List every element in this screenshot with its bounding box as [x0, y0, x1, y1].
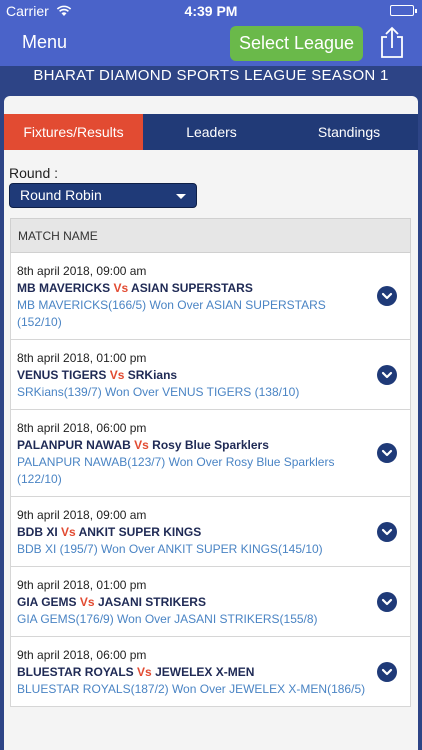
match-date: 8th april 2018, 09:00 am	[17, 264, 147, 278]
match-result: MB MAVERICKS(166/5) Won Over ASIAN SUPER…	[17, 298, 326, 329]
match-date: 8th april 2018, 01:00 pm	[17, 351, 147, 365]
match-teams: VENUS TIGERS Vs SRKians	[17, 367, 370, 384]
team-away: JEWELEX X-MEN	[155, 665, 255, 679]
select-league-button[interactable]: Select League	[230, 26, 363, 61]
battery-icon	[390, 5, 417, 16]
team-home: GIA GEMS	[17, 595, 77, 609]
match-row[interactable]: 9th april 2018, 09:00 am BDB XI Vs ANKIT…	[10, 497, 411, 567]
round-select[interactable]: Round Robin	[9, 183, 197, 208]
chevron-down-icon	[176, 194, 186, 199]
match-row[interactable]: 9th april 2018, 06:00 pm BLUESTAR ROYALS…	[10, 637, 411, 707]
match-date: 9th april 2018, 09:00 am	[17, 508, 147, 522]
match-row[interactable]: 9th april 2018, 01:00 pm GIA GEMS Vs JAS…	[10, 567, 411, 637]
table-header: MATCH NAME	[10, 218, 411, 253]
tab-fixtures-results[interactable]: Fixtures/Results	[4, 114, 143, 150]
vs-label: Vs	[137, 665, 152, 679]
vs-label: Vs	[134, 438, 149, 452]
team-home: BLUESTAR ROYALS	[17, 665, 134, 679]
expand-chevron-icon[interactable]	[377, 591, 397, 612]
share-icon[interactable]	[378, 26, 406, 60]
nav-bar: Menu Select League	[0, 22, 422, 66]
content-card: Fixtures/Results Leaders Standings Round…	[4, 96, 418, 750]
match-row[interactable]: 8th april 2018, 09:00 am MB MAVERICKS Vs…	[10, 253, 411, 340]
match-teams: BLUESTAR ROYALS Vs JEWELEX X-MEN	[17, 664, 370, 681]
match-teams: MB MAVERICKS Vs ASIAN SUPERSTARS	[17, 280, 370, 297]
team-home: BDB XI	[17, 525, 58, 539]
match-result: SRKians(139/7) Won Over VENUS TIGERS (13…	[17, 385, 300, 399]
team-home: VENUS TIGERS	[17, 368, 107, 382]
expand-chevron-icon[interactable]	[377, 521, 397, 542]
team-home: PALANPUR NAWAB	[17, 438, 131, 452]
match-teams: BDB XI Vs ANKIT SUPER KINGS	[17, 524, 370, 541]
expand-chevron-icon[interactable]	[377, 443, 397, 463]
vs-label: Vs	[79, 595, 95, 609]
vs-label: Vs	[61, 525, 76, 539]
match-date: 8th april 2018, 06:00 pm	[17, 421, 147, 435]
match-result: PALANPUR NAWAB(123/7) Won Over Rosy Blue…	[17, 455, 335, 486]
team-away: JASANI STRIKERS	[97, 595, 206, 609]
team-away: ANKIT SUPER KINGS	[78, 525, 202, 539]
match-date: 9th april 2018, 06:00 pm	[17, 648, 147, 662]
team-away: Rosy Blue Sparklers	[152, 438, 269, 452]
menu-button[interactable]: Menu	[22, 32, 67, 53]
match-row[interactable]: 8th april 2018, 01:00 pm VENUS TIGERS Vs…	[10, 340, 411, 410]
team-home: MB MAVERICKS	[17, 281, 111, 295]
tab-standings[interactable]: Standings	[280, 114, 418, 150]
status-bar: Carrier 4:39 PM	[0, 0, 422, 22]
league-title: BHARAT DIAMOND SPORTS LEAGUE SEASON 1	[0, 66, 422, 86]
match-list: 8th april 2018, 09:00 am MB MAVERICKS Vs…	[10, 253, 411, 707]
vs-label: Vs	[113, 281, 129, 295]
vs-label: Vs	[109, 368, 125, 382]
tab-leaders[interactable]: Leaders	[143, 114, 280, 150]
expand-chevron-icon[interactable]	[377, 364, 397, 385]
match-result: BDB XI (195/7) Won Over ANKIT SUPER KING…	[17, 542, 323, 556]
round-label: Round :	[9, 165, 59, 181]
round-select-value: Round Robin	[20, 187, 102, 203]
team-away: ASIAN SUPERSTARS	[131, 281, 253, 295]
expand-chevron-icon[interactable]	[377, 661, 397, 682]
tab-bar: Fixtures/Results Leaders Standings	[4, 114, 418, 150]
match-row[interactable]: 8th april 2018, 06:00 pm PALANPUR NAWAB …	[10, 410, 411, 497]
clock: 4:39 PM	[184, 3, 238, 19]
team-away: SRKians	[127, 368, 178, 382]
match-teams: PALANPUR NAWAB Vs Rosy Blue Sparklers	[17, 437, 370, 454]
match-teams: GIA GEMS Vs JASANI STRIKERS	[17, 594, 370, 611]
expand-chevron-icon[interactable]	[377, 286, 397, 306]
match-date: 9th april 2018, 01:00 pm	[17, 578, 147, 592]
match-result: BLUESTAR ROYALS(187/2) Won Over JEWELEX …	[17, 682, 366, 696]
match-result: GIA GEMS(176/9) Won Over JASANI STRIKERS…	[17, 612, 318, 626]
